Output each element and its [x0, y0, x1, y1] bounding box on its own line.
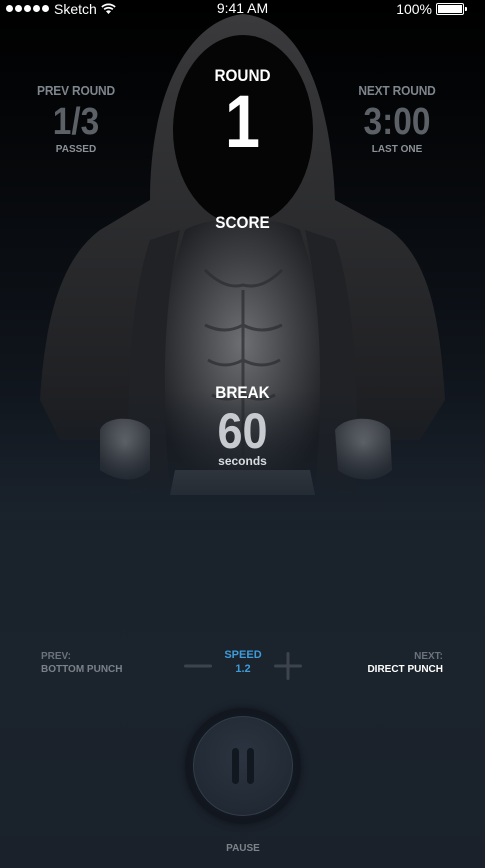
speed-label: SPEED	[224, 649, 262, 661]
speed-readout: SPEED 1.2	[214, 649, 272, 677]
next-round-stat: NEXT ROUND 3:00 LAST ONE	[332, 83, 462, 155]
status-bar: Sketch 9:41 AM 100%	[0, 0, 485, 18]
pause-label: PAUSE	[226, 843, 260, 854]
prev-round-stat: PREV ROUND 1/3 PASSED	[11, 83, 141, 155]
prev-round-label: PREV ROUND	[37, 83, 115, 98]
prev-punch: PREV: BOTTOM PUNCH	[41, 650, 122, 676]
battery-percent: 100%	[396, 0, 432, 17]
break-label: BREAK	[215, 383, 270, 402]
pause-button[interactable]	[193, 716, 293, 816]
next-round-value: 3:00	[363, 101, 431, 143]
plus-icon	[274, 652, 302, 680]
next-punch: NEXT: DIRECT PUNCH	[367, 650, 443, 676]
minus-icon	[184, 664, 212, 668]
prev-round-status: PASSED	[55, 144, 97, 155]
speed-increase-button[interactable]	[272, 650, 304, 682]
status-right: 100%	[396, 0, 467, 17]
prev-punch-label: PREV:	[41, 651, 72, 662]
next-round-label: NEXT ROUND	[358, 83, 436, 98]
score-label: SCORE	[215, 213, 270, 232]
speed-value: 1.2	[235, 663, 251, 675]
battery-icon	[436, 2, 467, 15]
workout-screen: Sketch 9:41 AM 100% PREV ROUND 1/3 PASSE…	[0, 0, 485, 868]
prev-punch-name: BOTTOM PUNCH	[41, 664, 123, 675]
round-number: 1	[225, 80, 260, 163]
punch-controls: PREV: BOTTOM PUNCH SPEED 1.2 NEXT: DIREC…	[0, 648, 485, 688]
speed-decrease-button[interactable]	[182, 650, 214, 682]
break-seconds-value: 60	[217, 403, 268, 459]
current-round: ROUND 1	[172, 66, 313, 163]
break-timer: BREAK 60 seconds	[172, 383, 313, 468]
next-round-status: LAST ONE	[371, 144, 423, 155]
prev-round-value: 1/3	[52, 101, 100, 143]
next-punch-label: NEXT:	[414, 651, 443, 662]
speed-control: SPEED 1.2	[182, 648, 304, 682]
next-punch-name: DIRECT PUNCH	[367, 664, 443, 675]
